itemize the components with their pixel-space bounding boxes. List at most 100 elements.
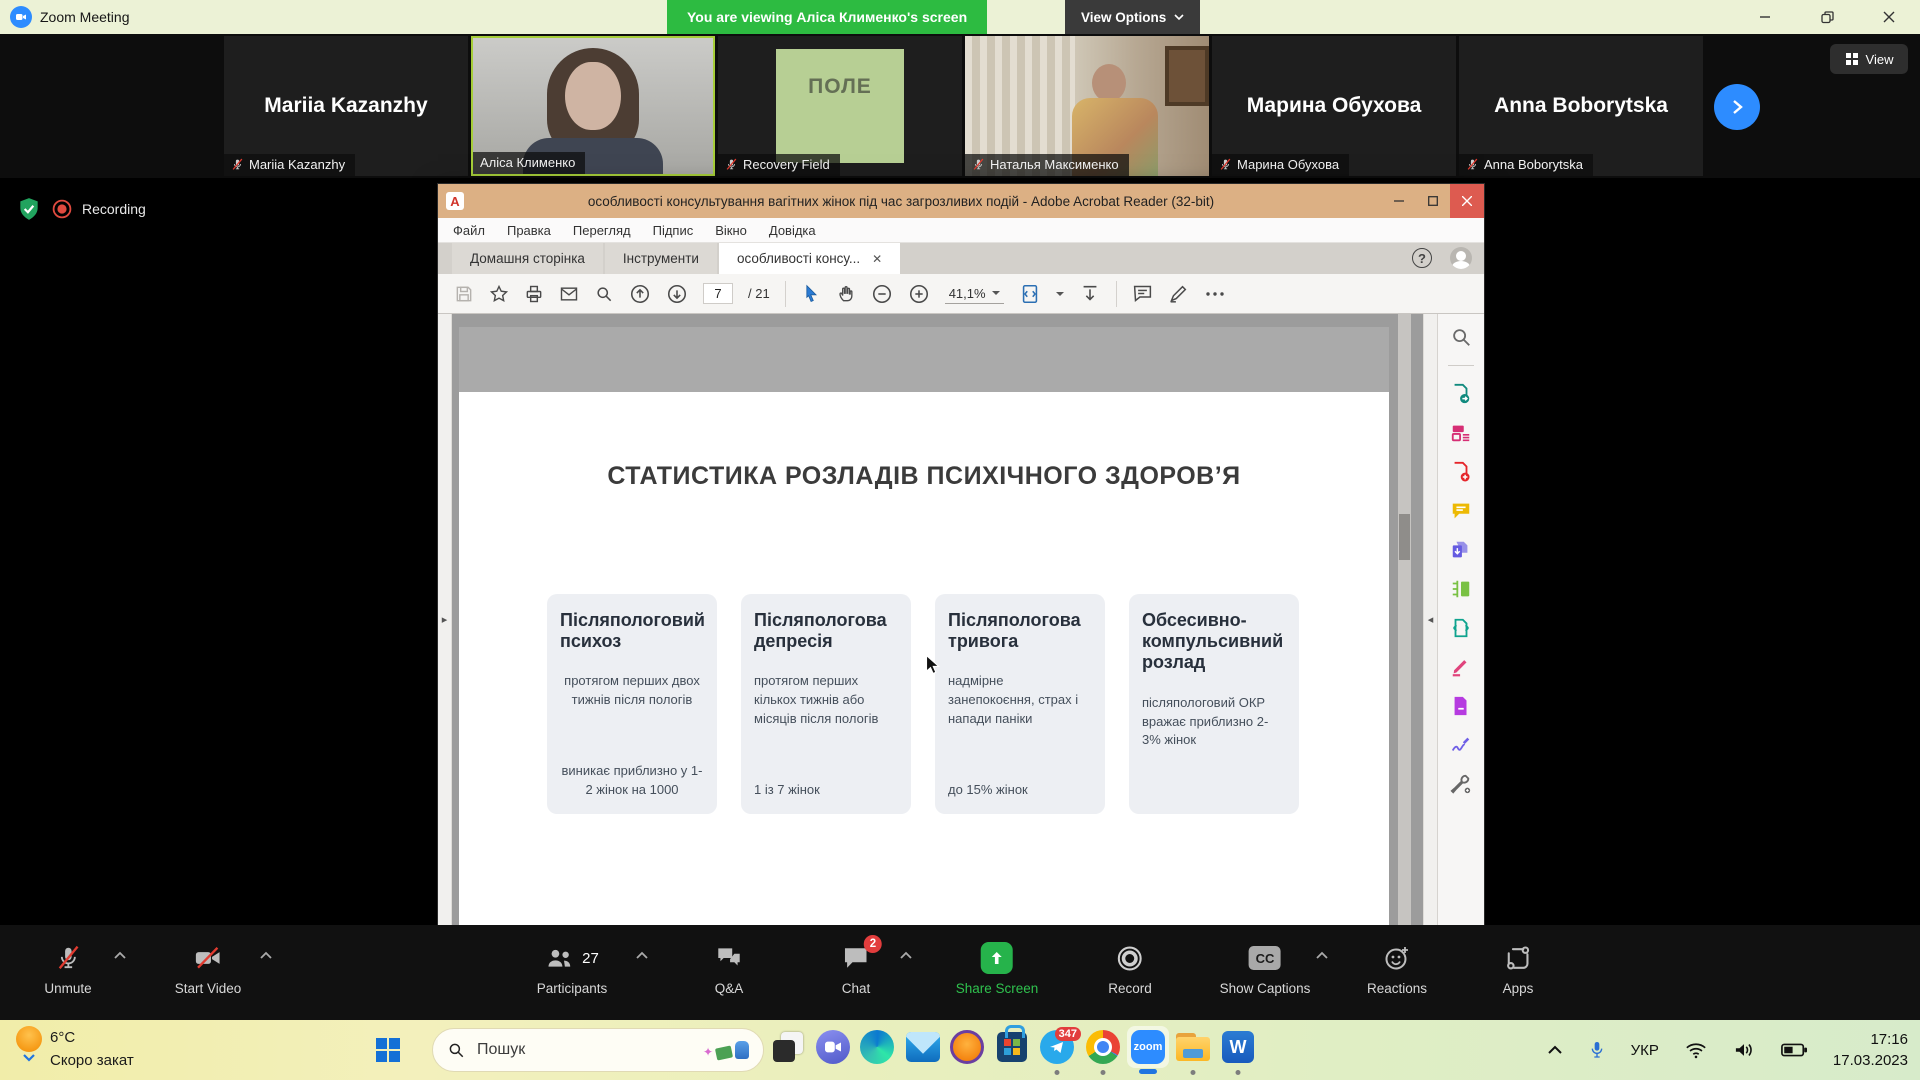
start-button[interactable] [372, 1034, 404, 1066]
acrobat-titlebar[interactable]: A особливості консультування вагітних жі… [438, 184, 1484, 218]
close-button[interactable] [1858, 0, 1920, 34]
taskbar-telegram[interactable]: 347 [1036, 1026, 1078, 1068]
edit-pdf-icon[interactable] [1450, 422, 1472, 444]
zoom-in-icon[interactable] [908, 283, 930, 305]
restore-button[interactable] [1796, 0, 1858, 34]
scroll-mode-icon[interactable] [1079, 283, 1101, 305]
qa-button[interactable]: Q&A [714, 943, 744, 996]
participants-button[interactable]: 27 Participants [537, 943, 608, 996]
hand-tool-icon[interactable] [836, 284, 856, 304]
apps-button[interactable]: Apps [1503, 943, 1534, 996]
taskbar-store[interactable] [991, 1026, 1033, 1068]
tab-document[interactable]: особливості консу... ✕ [719, 243, 900, 274]
video-options-chevron[interactable] [259, 951, 273, 960]
taskbar-clock[interactable]: 17:16 17.03.2023 [1833, 1029, 1908, 1071]
email-icon[interactable] [559, 284, 579, 304]
taskbar-edge[interactable] [856, 1026, 898, 1068]
unmute-button[interactable]: Unmute [44, 943, 91, 996]
tab-close-icon[interactable]: ✕ [872, 252, 882, 266]
task-view-button[interactable] [767, 1026, 809, 1068]
taskbar-teams[interactable] [812, 1026, 854, 1068]
menu-window[interactable]: Вікно [715, 223, 747, 238]
more-tools-icon[interactable] [1204, 290, 1226, 298]
protect-pdf-icon[interactable] [1450, 695, 1472, 717]
battery-icon[interactable] [1781, 1043, 1807, 1057]
reactions-button[interactable]: Reactions [1367, 943, 1427, 996]
organize-pages-icon[interactable] [1450, 578, 1472, 600]
unmute-options-chevron[interactable] [113, 951, 127, 960]
tab-home[interactable]: Домашня сторінка [452, 243, 603, 274]
acrobat-maximize-button[interactable] [1416, 184, 1450, 218]
bookmark-star-icon[interactable] [489, 284, 509, 304]
highlight-pen-icon[interactable] [1168, 283, 1189, 304]
menu-sign[interactable]: Підпис [653, 223, 694, 238]
tray-microphone-icon[interactable] [1589, 1040, 1605, 1060]
search-tool-icon[interactable] [1450, 326, 1472, 348]
next-page-icon[interactable] [666, 283, 688, 305]
participants-options-chevron[interactable] [635, 951, 649, 960]
participant-tile-alisa-video[interactable]: Аліса Клименко [471, 36, 715, 176]
help-icon[interactable]: ? [1412, 248, 1432, 268]
compress-pdf-icon[interactable] [1450, 617, 1472, 639]
tab-tools[interactable]: Інструменти [605, 243, 717, 274]
scrollbar-thumb[interactable] [1399, 514, 1410, 560]
captions-options-chevron[interactable] [1315, 951, 1329, 960]
chat-button[interactable]: 2 Chat [842, 943, 871, 996]
menu-file[interactable]: Файл [453, 223, 485, 238]
create-pdf-icon[interactable] [1450, 461, 1472, 483]
minimize-button[interactable] [1734, 0, 1796, 34]
recording-dot-icon[interactable] [52, 199, 72, 219]
participant-tile-maryna[interactable]: Марина Обухова Марина Обухова [1212, 36, 1456, 176]
redact-marker-icon[interactable] [1450, 656, 1472, 678]
taskbar-chrome[interactable] [1082, 1026, 1124, 1068]
comment-tool-icon[interactable] [1450, 500, 1472, 522]
export-pdf-icon[interactable] [1450, 383, 1472, 405]
taskbar-mail[interactable] [902, 1026, 944, 1068]
previous-page-icon[interactable] [629, 283, 651, 305]
save-icon[interactable] [454, 284, 474, 304]
taskbar-search-box[interactable]: Пошук ✦ [432, 1028, 764, 1072]
menu-edit[interactable]: Правка [507, 223, 551, 238]
fit-page-icon[interactable] [1019, 283, 1041, 305]
volume-icon[interactable] [1733, 1041, 1755, 1059]
taskbar-word[interactable]: W [1217, 1026, 1259, 1068]
show-captions-button[interactable]: CC Show Captions [1220, 943, 1311, 996]
account-avatar-icon[interactable] [1450, 247, 1472, 269]
print-icon[interactable] [524, 284, 544, 304]
vertical-scrollbar[interactable] [1398, 314, 1411, 925]
gallery-view-button[interactable]: View [1830, 44, 1908, 74]
fill-sign-icon[interactable] [1450, 734, 1472, 756]
participant-tile-natalia-video[interactable]: Наталья Максименко [965, 36, 1209, 176]
zoom-out-icon[interactable] [871, 283, 893, 305]
page-number-input[interactable]: 7 [703, 283, 733, 304]
taskbar-zoom-active[interactable]: zoom [1127, 1026, 1169, 1068]
gallery-next-button[interactable] [1714, 84, 1760, 130]
record-button[interactable]: Record [1108, 943, 1152, 996]
participant-tile-anna[interactable]: Anna Boborytska Anna Boborytska [1459, 36, 1703, 176]
chat-options-chevron[interactable] [899, 951, 913, 960]
menu-help[interactable]: Довідка [769, 223, 816, 238]
document-viewport[interactable]: СТАТИСТИКА РОЗЛАДІВ ПСИХІЧНОГО ЗДОРОВ’Я … [452, 314, 1423, 925]
zoom-level-control[interactable]: 41,1% [945, 284, 1004, 304]
wifi-icon[interactable] [1685, 1042, 1707, 1059]
share-screen-button[interactable]: Share Screen [956, 943, 1039, 996]
taskbar-avast[interactable] [946, 1026, 988, 1068]
participant-tile-mariia[interactable]: Mariia Kazanzhy Mariia Kazanzhy [224, 36, 468, 176]
participant-tile-recovery-field[interactable]: ПОЛЕ Recovery Field [718, 36, 962, 176]
right-panel-collapse[interactable]: ◂ [1423, 314, 1437, 925]
comment-icon[interactable] [1132, 283, 1153, 304]
combine-files-icon[interactable] [1450, 539, 1472, 561]
menu-view[interactable]: Перегляд [573, 223, 631, 238]
left-panel-collapse[interactable]: ▸ [438, 314, 452, 925]
acrobat-minimize-button[interactable] [1382, 184, 1416, 218]
start-video-button[interactable]: Start Video [175, 943, 242, 996]
view-options-button[interactable]: View Options [1065, 0, 1200, 34]
weather-widget[interactable]: 6°C Скоро закат [16, 1026, 134, 1073]
tray-language[interactable]: УКР [1631, 1042, 1659, 1059]
acrobat-close-button[interactable] [1450, 184, 1484, 218]
search-icon[interactable] [594, 284, 614, 304]
tray-expand-chevron[interactable] [1547, 1045, 1563, 1055]
taskbar-file-explorer[interactable] [1172, 1026, 1214, 1068]
select-tool-icon[interactable] [801, 284, 821, 304]
fit-dropdown-caret-icon[interactable] [1056, 291, 1064, 297]
